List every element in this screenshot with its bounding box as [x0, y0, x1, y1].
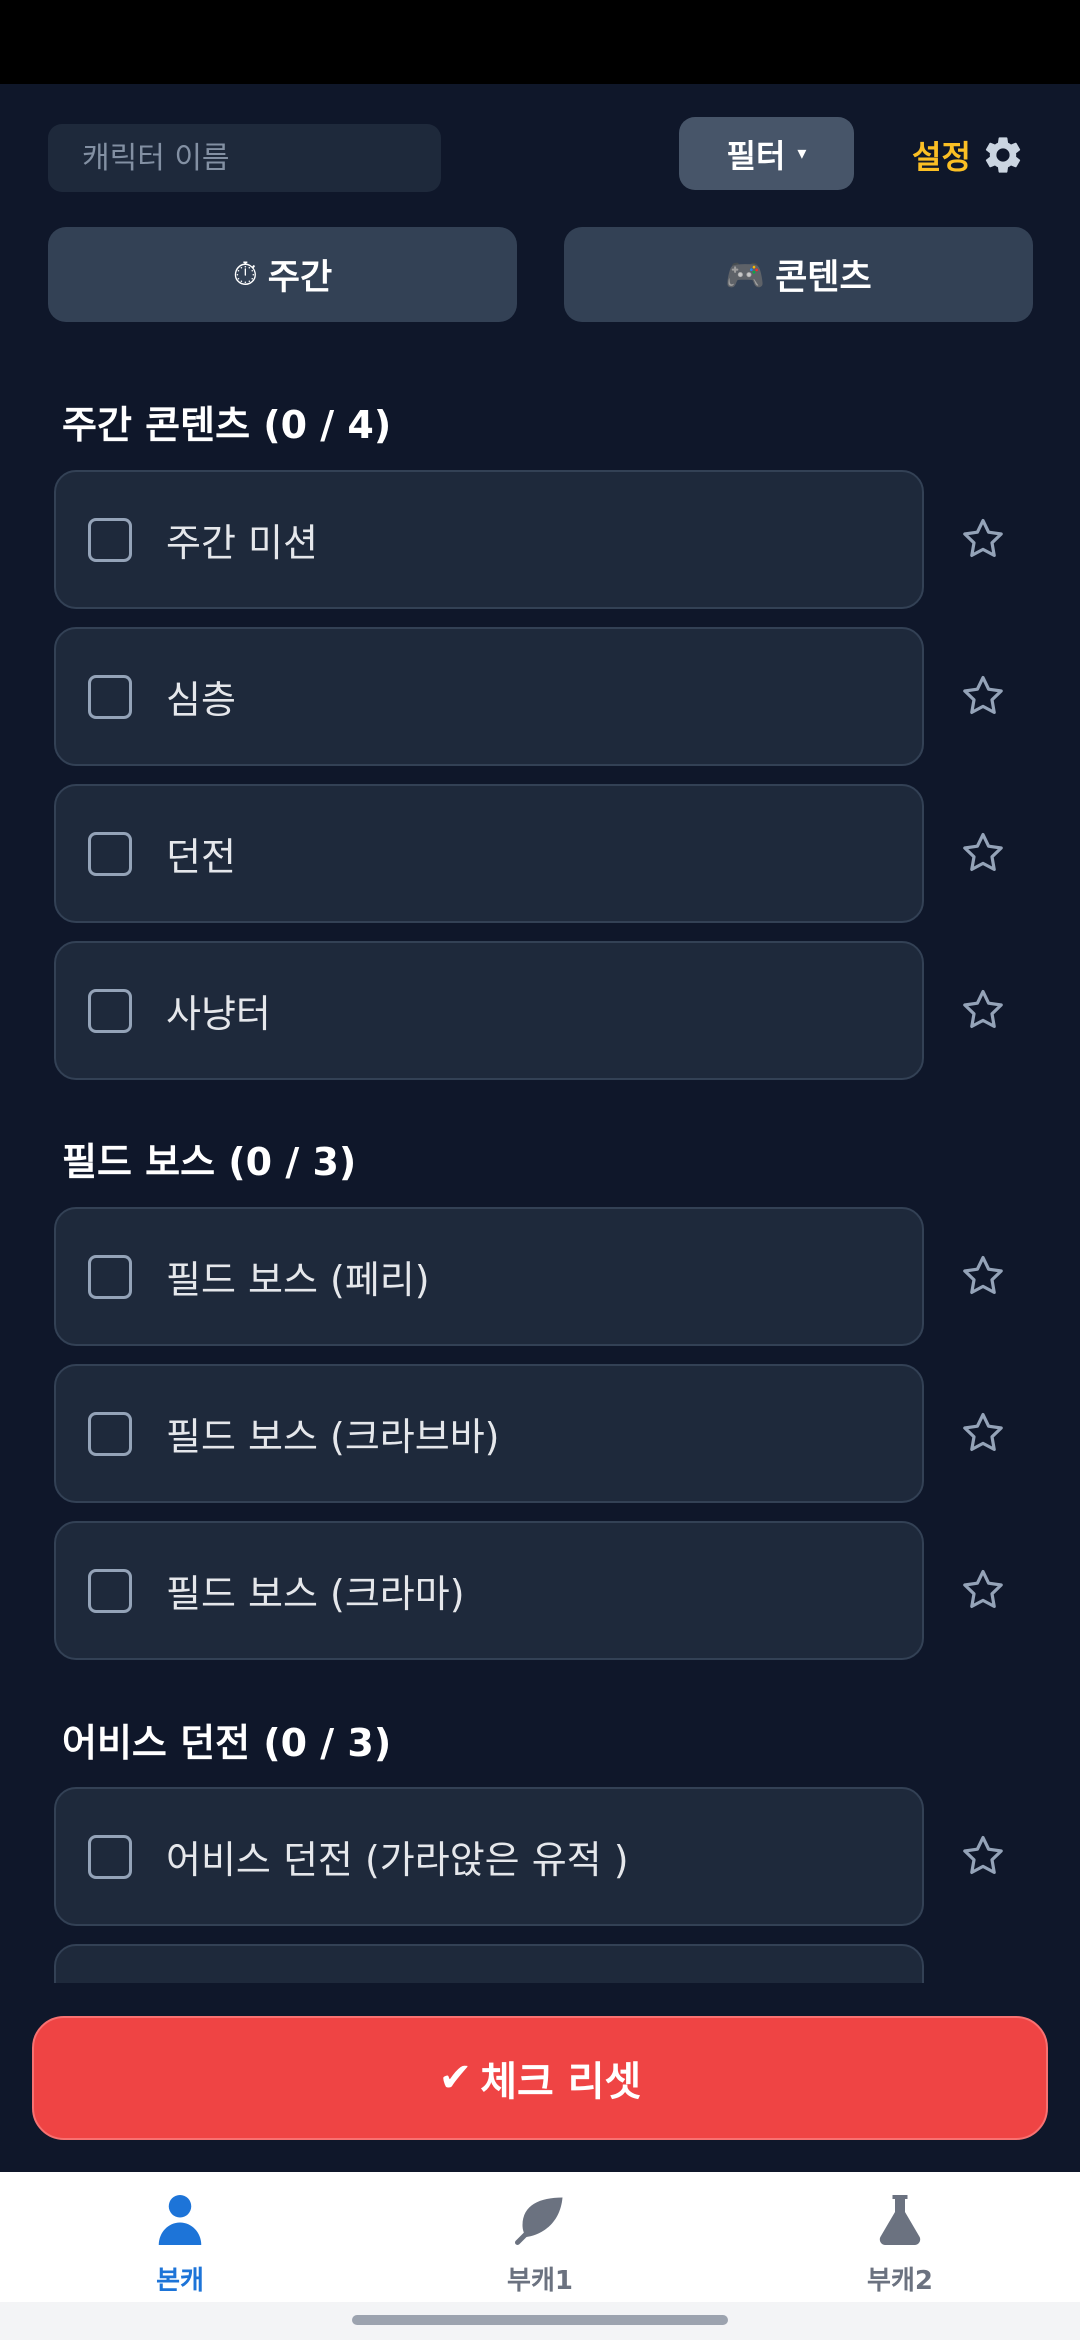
star-icon[interactable] — [958, 828, 1008, 878]
task-label: 던전 — [166, 835, 236, 879]
caret-down-icon: ▾ — [797, 143, 807, 164]
settings-label: 설정 — [912, 138, 971, 176]
section-title-weekly: 주간 콘텐츠 (0 / 4) — [62, 403, 392, 447]
home-indicator[interactable] — [352, 2315, 728, 2325]
filter-button[interactable]: 필터 ▾ — [679, 117, 854, 190]
bottom-nav: 본캐 부캐1 부캐2 — [0, 2172, 1080, 2302]
star-icon[interactable] — [958, 1251, 1008, 1301]
star-icon[interactable] — [958, 514, 1008, 564]
checkbox[interactable] — [88, 831, 132, 876]
nav-item-sub1[interactable]: 부캐1 — [440, 2190, 640, 2300]
task-item[interactable]: 심층 — [54, 627, 924, 766]
checkbox[interactable] — [88, 1254, 132, 1299]
tab-weekly-label: 주간 — [267, 258, 333, 298]
task-item[interactable]: 주간 미션 — [54, 470, 924, 609]
task-item[interactable]: 필드 보스 (크라마) — [54, 1521, 924, 1660]
task-label: 필드 보스 (크라마) — [166, 1572, 465, 1616]
star-icon[interactable] — [958, 1408, 1008, 1458]
task-label: 사냥터 — [166, 992, 271, 1036]
section-title-field-boss: 필드 보스 (0 / 3) — [62, 1140, 357, 1184]
check-reset-button[interactable]: ✔ 체크 리셋 — [32, 2016, 1048, 2140]
checkbox[interactable] — [88, 1568, 132, 1613]
task-item[interactable]: 사냥터 — [54, 941, 924, 1080]
tab-contents-label: 콘텐츠 — [775, 258, 872, 298]
settings-button[interactable]: 설정 — [912, 130, 1025, 180]
star-icon[interactable] — [958, 1565, 1008, 1615]
task-item[interactable] — [54, 1944, 924, 1983]
nav-label-sub1: 부캐1 — [507, 2266, 573, 2296]
checkbox[interactable] — [88, 674, 132, 719]
check-icon: ✔ — [438, 2055, 473, 2101]
stopwatch-icon: ⏱ — [232, 255, 258, 293]
checkbox[interactable] — [88, 1834, 132, 1879]
task-label: 주간 미션 — [166, 521, 318, 565]
task-item[interactable]: 필드 보스 (페리) — [54, 1207, 924, 1346]
task-label: 어비스 던전 (가라앉은 유적 ) — [166, 1838, 629, 1882]
leaf-icon — [510, 2190, 570, 2250]
gear-icon — [981, 133, 1025, 177]
status-bar — [0, 0, 1080, 84]
task-label: 필드 보스 (페리) — [166, 1258, 430, 1302]
task-item[interactable]: 필드 보스 (크라브바) — [54, 1364, 924, 1503]
task-list[interactable]: 주간 콘텐츠 (0 / 4) 주간 미션 심층 던전 사냥터 필드 보스 (0 … — [0, 370, 1080, 1983]
section-title-abyss-dungeon: 어비스 던전 (0 / 3) — [62, 1721, 392, 1765]
star-icon[interactable] — [958, 985, 1008, 1035]
star-icon[interactable] — [958, 1831, 1008, 1881]
task-label: 필드 보스 (크라브바) — [166, 1415, 500, 1459]
person-icon — [150, 2190, 210, 2250]
character-name-input[interactable] — [48, 124, 441, 192]
tab-contents[interactable]: 🎮 콘텐츠 — [564, 227, 1033, 322]
task-item[interactable]: 어비스 던전 (가라앉은 유적 ) — [54, 1787, 924, 1926]
flask-icon — [870, 2190, 930, 2250]
checkbox[interactable] — [88, 517, 132, 562]
task-item[interactable]: 던전 — [54, 784, 924, 923]
task-label: 심층 — [166, 678, 236, 722]
tab-weekly[interactable]: ⏱ 주간 — [48, 227, 517, 322]
filter-label: 필터 — [726, 136, 786, 175]
star-icon[interactable] — [958, 671, 1008, 721]
check-reset-label: 체크 리셋 — [480, 2059, 642, 2105]
nav-label-sub2: 부캐2 — [867, 2266, 933, 2296]
checkbox[interactable] — [88, 1411, 132, 1456]
nav-item-sub2[interactable]: 부캐2 — [800, 2190, 1000, 2300]
checkbox[interactable] — [88, 988, 132, 1033]
gamepad-icon: 🎮 — [725, 255, 766, 294]
nav-item-main[interactable]: 본캐 — [80, 2190, 280, 2300]
nav-label-main: 본캐 — [156, 2266, 204, 2296]
